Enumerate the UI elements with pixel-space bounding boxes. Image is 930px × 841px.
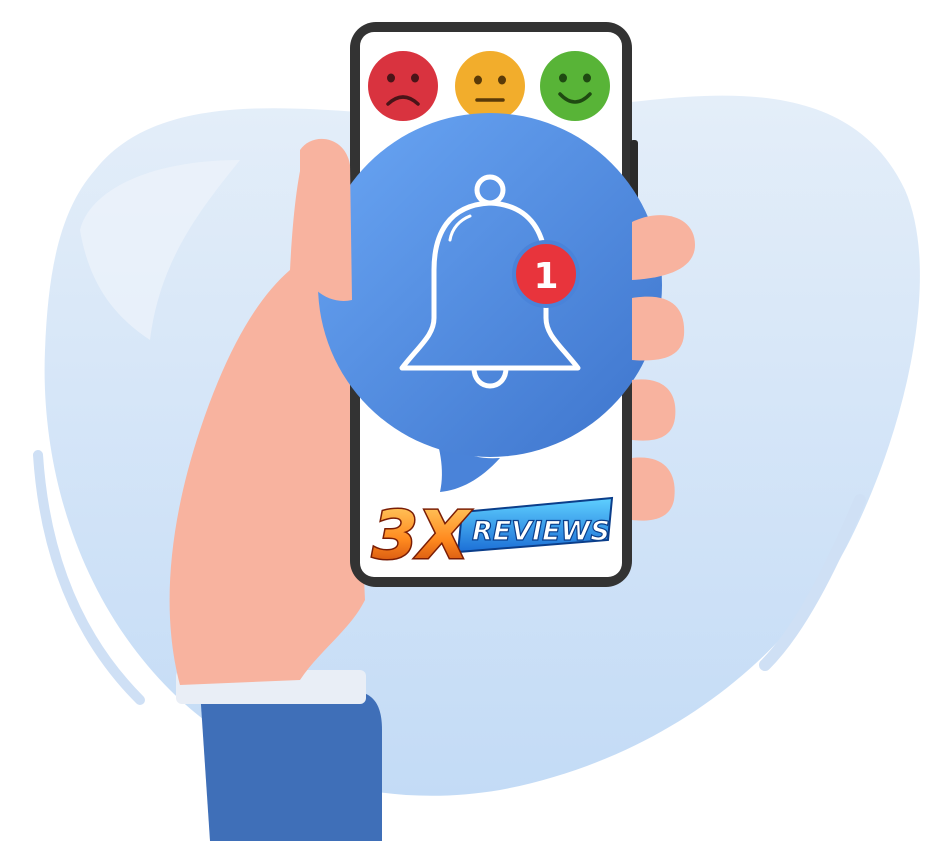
notification-count: 1 <box>533 256 558 297</box>
logo-subtext: REVIEWS <box>472 516 610 547</box>
illustration-canvas: 1 REVIEWS 3X <box>33 22 920 841</box>
happy-face-icon[interactable] <box>540 51 610 121</box>
thumb <box>300 138 352 301</box>
rating-faces <box>368 51 610 121</box>
logo-main-text: 3X <box>372 497 472 574</box>
neutral-face-icon[interactable] <box>455 51 525 121</box>
sleeve <box>200 690 382 841</box>
sad-face-icon[interactable] <box>368 51 438 121</box>
illustration: 1 REVIEWS 3X <box>0 0 930 841</box>
notification-badge: 1 <box>512 240 580 308</box>
